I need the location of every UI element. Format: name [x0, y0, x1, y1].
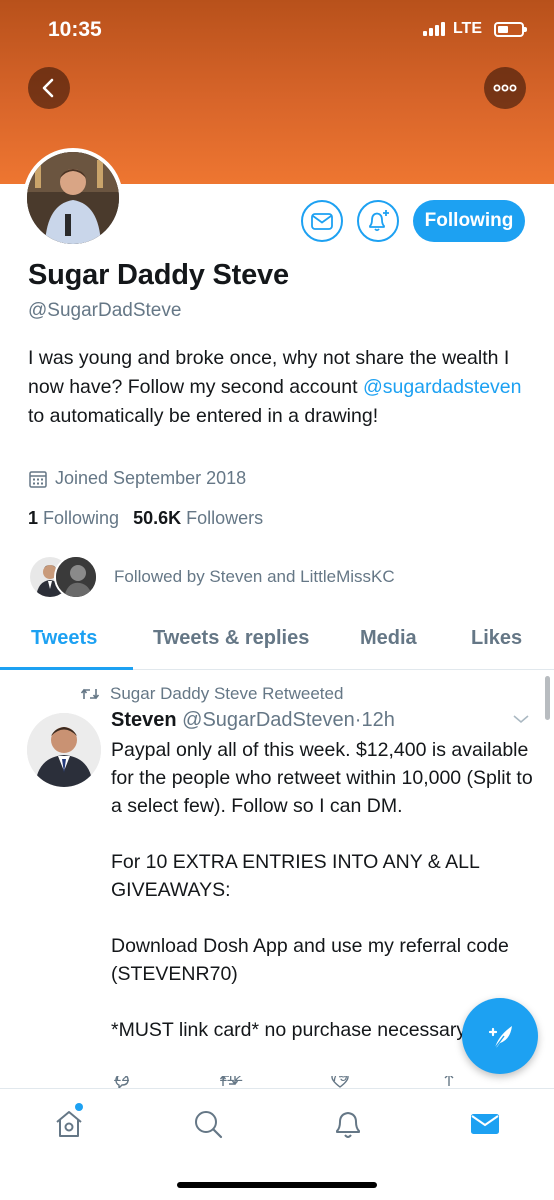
bell-icon [336, 1112, 360, 1138]
profile-name: Sugar Daddy Steve [28, 259, 289, 291]
reply-button[interactable]: 12 [113, 1076, 131, 1088]
calendar-icon [29, 470, 47, 488]
network-type: LTE [452, 20, 482, 37]
share-button[interactable] [441, 1076, 457, 1088]
followers-count-link[interactable]: 50.6K Followers [133, 508, 263, 529]
joined-date: Joined September 2018 [28, 468, 246, 489]
tab-tweets-replies[interactable]: Tweets & replies [153, 627, 309, 650]
more-options-button[interactable] [484, 67, 526, 109]
retweet-context: Sugar Daddy Steve Retweeted [80, 684, 343, 704]
nav-home[interactable] [52, 1107, 86, 1141]
home-icon [56, 1111, 82, 1137]
tweet-author-handle[interactable]: @SugarDadSteven [182, 709, 355, 731]
battery-level [498, 25, 508, 33]
battery-icon [494, 21, 527, 37]
profile-bio: I was young and broke once, why not shar… [28, 344, 528, 431]
tab-media[interactable]: Media [360, 627, 417, 650]
notifications-button[interactable] [357, 200, 399, 242]
followed-by-text: Followed by Steven and LittleMissKC [114, 567, 395, 586]
follower-avatar [54, 555, 98, 599]
tweet-menu-button[interactable] [512, 712, 530, 730]
message-button[interactable] [301, 200, 343, 242]
tweet-actions: 12 112 79 [111, 1076, 471, 1088]
joined-text: Joined September 2018 [55, 468, 247, 488]
tweet-header: Steven @SugarDadSteven·12h [111, 709, 395, 732]
following-count: 1 [28, 508, 39, 528]
retweet-count: 112 [219, 1076, 243, 1085]
scrollbar[interactable] [545, 676, 550, 720]
follow-counts: 1 Following 50.6K Followers [28, 508, 263, 529]
bio-text: to automatically be entered in a drawing… [28, 405, 379, 427]
home-indicator [177, 1182, 377, 1188]
envelope-icon [311, 212, 333, 230]
nav-notifications[interactable] [331, 1107, 365, 1141]
profile-tabs: Tweets Tweets & replies Media Likes [0, 615, 554, 670]
bell-plus-icon [369, 210, 389, 232]
back-button[interactable] [28, 67, 70, 109]
following-count-link[interactable]: 1 Following [28, 508, 119, 529]
bio-mention-link[interactable]: @sugardadsteven [363, 376, 522, 398]
search-icon [195, 1111, 223, 1139]
reply-count: 12 [113, 1076, 130, 1085]
status-time: 10:35 [48, 18, 102, 41]
compose-feather-icon [488, 1026, 512, 1049]
like-button[interactable]: 79 [331, 1076, 349, 1088]
status-bar: 10:35 LTE [0, 0, 554, 60]
retweet-button[interactable]: 112 [219, 1076, 243, 1088]
following-button[interactable]: Following [413, 200, 525, 242]
followers-count: 50.6K [133, 508, 182, 528]
mail-icon [471, 1114, 499, 1134]
retweet-icon [80, 688, 100, 700]
status-indicators: LTE [422, 20, 527, 38]
tab-likes[interactable]: Likes [471, 627, 522, 650]
followers-label: Followers [186, 508, 264, 528]
home-new-indicator [75, 1103, 83, 1111]
tweet-author-avatar[interactable] [27, 713, 101, 787]
nav-messages[interactable] [468, 1107, 502, 1141]
compose-tweet-button[interactable] [462, 998, 538, 1074]
following-label: Following [43, 508, 120, 528]
nav-search[interactable] [191, 1107, 225, 1141]
followed-by[interactable]: Followed by Steven and LittleMissKC [28, 555, 395, 599]
active-tab-indicator [0, 667, 133, 670]
tweet-author-name[interactable]: Steven [111, 709, 177, 731]
retweeted-by-text: Sugar Daddy Steve Retweeted [110, 684, 344, 703]
signal-icon [422, 22, 445, 36]
more-dots-icon [493, 84, 517, 92]
like-count: 79 [331, 1076, 348, 1085]
share-icon [444, 1076, 454, 1086]
tweet-time: 12h [361, 709, 395, 731]
chevron-left-icon [42, 78, 54, 98]
profile-avatar[interactable] [23, 148, 123, 248]
chevron-down-icon [513, 715, 529, 724]
profile-avatar-image [27, 152, 119, 244]
tab-tweets[interactable]: Tweets [31, 627, 97, 650]
profile-handle: @SugarDadSteve [28, 300, 182, 321]
